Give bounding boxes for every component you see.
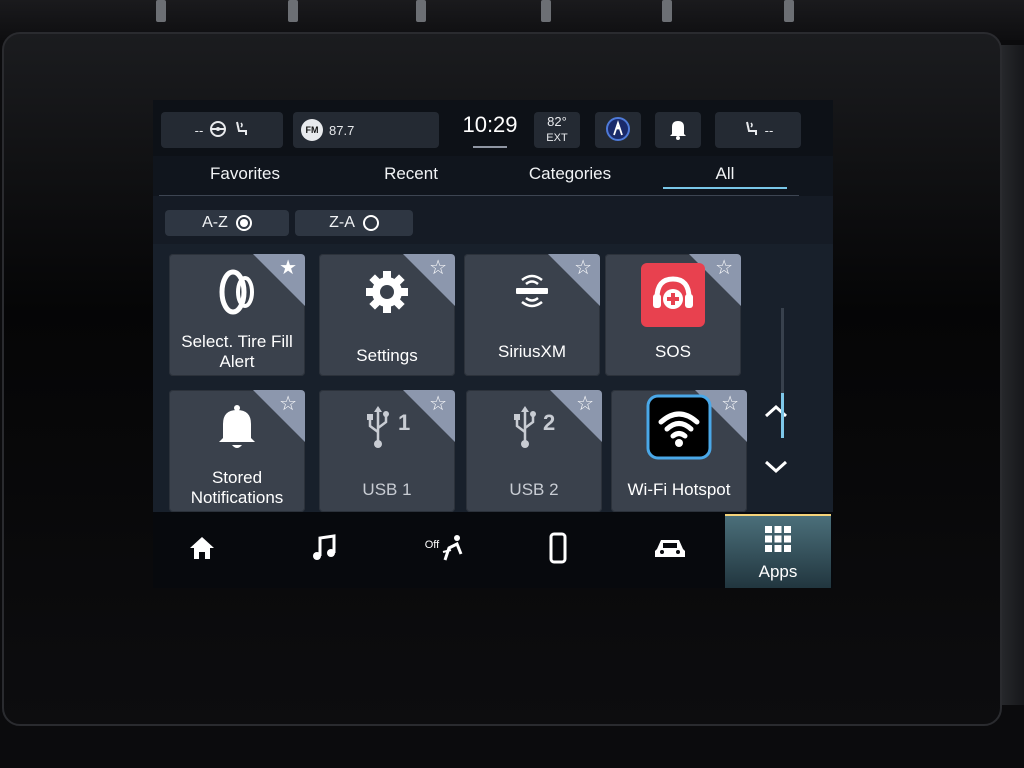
siriusxm-icon — [464, 268, 600, 314]
svg-text:1: 1 — [398, 410, 410, 435]
app-tile-siriusxm[interactable]: ☆ SiriusXM — [464, 254, 600, 376]
heated-controls-right[interactable]: -- — [715, 112, 801, 148]
app-grid: ★ Select. Tire Fill Alert ☆ Settings ☆ Si… — [153, 244, 833, 512]
trim-knob — [288, 0, 298, 22]
temperature-label: EXT — [546, 132, 568, 144]
radio-band-badge: FM — [301, 119, 323, 141]
outside-temperature: 82° EXT — [534, 112, 580, 148]
app-tile-usb-1[interactable]: ☆ 1 USB 1 — [319, 390, 455, 512]
scroll-up-chevron-icon[interactable] — [763, 402, 789, 425]
tab-recent[interactable]: Recent — [346, 164, 476, 184]
heated-steering-wheel-icon — [209, 120, 227, 141]
tire-icon — [169, 268, 305, 316]
app-label: SiriusXM — [497, 342, 566, 361]
app-label: Select. Tire Fill Alert — [181, 332, 293, 371]
nav-phone-button[interactable] — [513, 512, 603, 588]
home-icon — [188, 535, 216, 566]
active-tab-indicator — [663, 187, 787, 189]
nav-apps-button[interactable]: Apps — [725, 514, 831, 588]
bell-icon — [668, 118, 688, 143]
usb-icon: 1 — [319, 404, 455, 450]
status-bar: -- FM 87.7 10:29 82° EXT -- — [153, 100, 833, 156]
heated-seat-icon — [233, 120, 249, 141]
sort-az-label: A-Z — [202, 214, 228, 231]
music-note-icon — [311, 533, 337, 567]
svg-text:2: 2 — [543, 410, 555, 435]
radio-frequency: 87.7 — [329, 122, 355, 138]
app-tile-settings[interactable]: ☆ Settings — [319, 254, 455, 376]
scrollbar[interactable] — [781, 308, 784, 438]
infotainment-screen: -- FM 87.7 10:29 82° EXT -- Favorites Re… — [153, 100, 833, 588]
driver-assist-icon — [605, 116, 631, 145]
radio-now-playing[interactable]: FM 87.7 — [293, 112, 439, 148]
app-tile-wifi-hotspot[interactable]: ☆ Wi-Fi Hotspot — [611, 390, 747, 512]
phone-icon — [549, 532, 567, 569]
app-label: USB 2 — [509, 480, 559, 499]
driver-assist-button[interactable] — [595, 112, 641, 148]
bell-icon — [169, 404, 305, 452]
bottom-navigation: Off Apps — [153, 512, 833, 588]
sos-icon — [605, 262, 741, 328]
gear-icon — [319, 268, 455, 316]
nav-home-button[interactable] — [157, 512, 247, 588]
seat-heat-left-value: -- — [194, 122, 204, 138]
heated-controls-left[interactable]: -- — [161, 112, 283, 148]
seat-heat-right-value: -- — [764, 122, 774, 138]
trim-knob — [416, 0, 426, 22]
apps-label: Apps — [758, 561, 798, 581]
scroll-down-chevron-icon[interactable] — [763, 458, 789, 481]
trim-knob — [541, 0, 551, 22]
heated-seat-icon — [743, 120, 759, 141]
nav-media-button[interactable] — [279, 512, 369, 588]
nav-vehicle-button[interactable] — [625, 512, 715, 588]
scrollbar-thumb[interactable] — [781, 393, 784, 438]
clock-underline — [473, 146, 507, 148]
app-tile-sos[interactable]: ☆ SOS — [605, 254, 741, 376]
tab-favorites[interactable]: Favorites — [180, 164, 310, 184]
climate-seat-icon — [441, 534, 463, 567]
app-label: USB 1 — [362, 480, 412, 499]
climate-off-label: Off — [424, 539, 440, 551]
clock[interactable]: 10:29 — [456, 112, 524, 138]
temperature-value: 82° — [547, 114, 567, 129]
usb-icon: 2 — [466, 404, 602, 450]
notifications-button[interactable] — [655, 112, 701, 148]
app-label: Wi-Fi Hotspot — [627, 480, 731, 499]
app-tile-stored-notifications[interactable]: ☆ Stored Notifications — [169, 390, 305, 512]
app-tile-usb-2[interactable]: ☆ 2 USB 2 — [466, 390, 602, 512]
car-icon — [653, 535, 687, 566]
app-category-tabs: Favorites Recent Categories All — [153, 156, 833, 196]
wifi-icon — [611, 394, 747, 460]
sort-bar: A-Z Z-A — [153, 196, 833, 244]
sort-za-label: Z-A — [329, 214, 355, 231]
sort-az-option[interactable]: A-Z — [165, 210, 289, 236]
radio-unselected-icon — [362, 215, 379, 231]
app-label: SOS — [655, 342, 691, 361]
app-label: Stored Notifications — [190, 468, 284, 507]
tab-categories[interactable]: Categories — [505, 164, 635, 184]
app-label: Settings — [356, 346, 418, 365]
radio-selected-icon — [235, 215, 252, 231]
tab-all[interactable]: All — [660, 164, 790, 184]
sort-za-option[interactable]: Z-A — [295, 210, 413, 236]
trim-knob — [662, 0, 672, 22]
app-tile-tire-fill-alert[interactable]: ★ Select. Tire Fill Alert — [169, 254, 305, 376]
apps-grid-icon — [764, 525, 792, 558]
trim-knob — [784, 0, 794, 22]
trim-knob — [156, 0, 166, 22]
nav-climate-button[interactable]: Off — [399, 512, 489, 588]
